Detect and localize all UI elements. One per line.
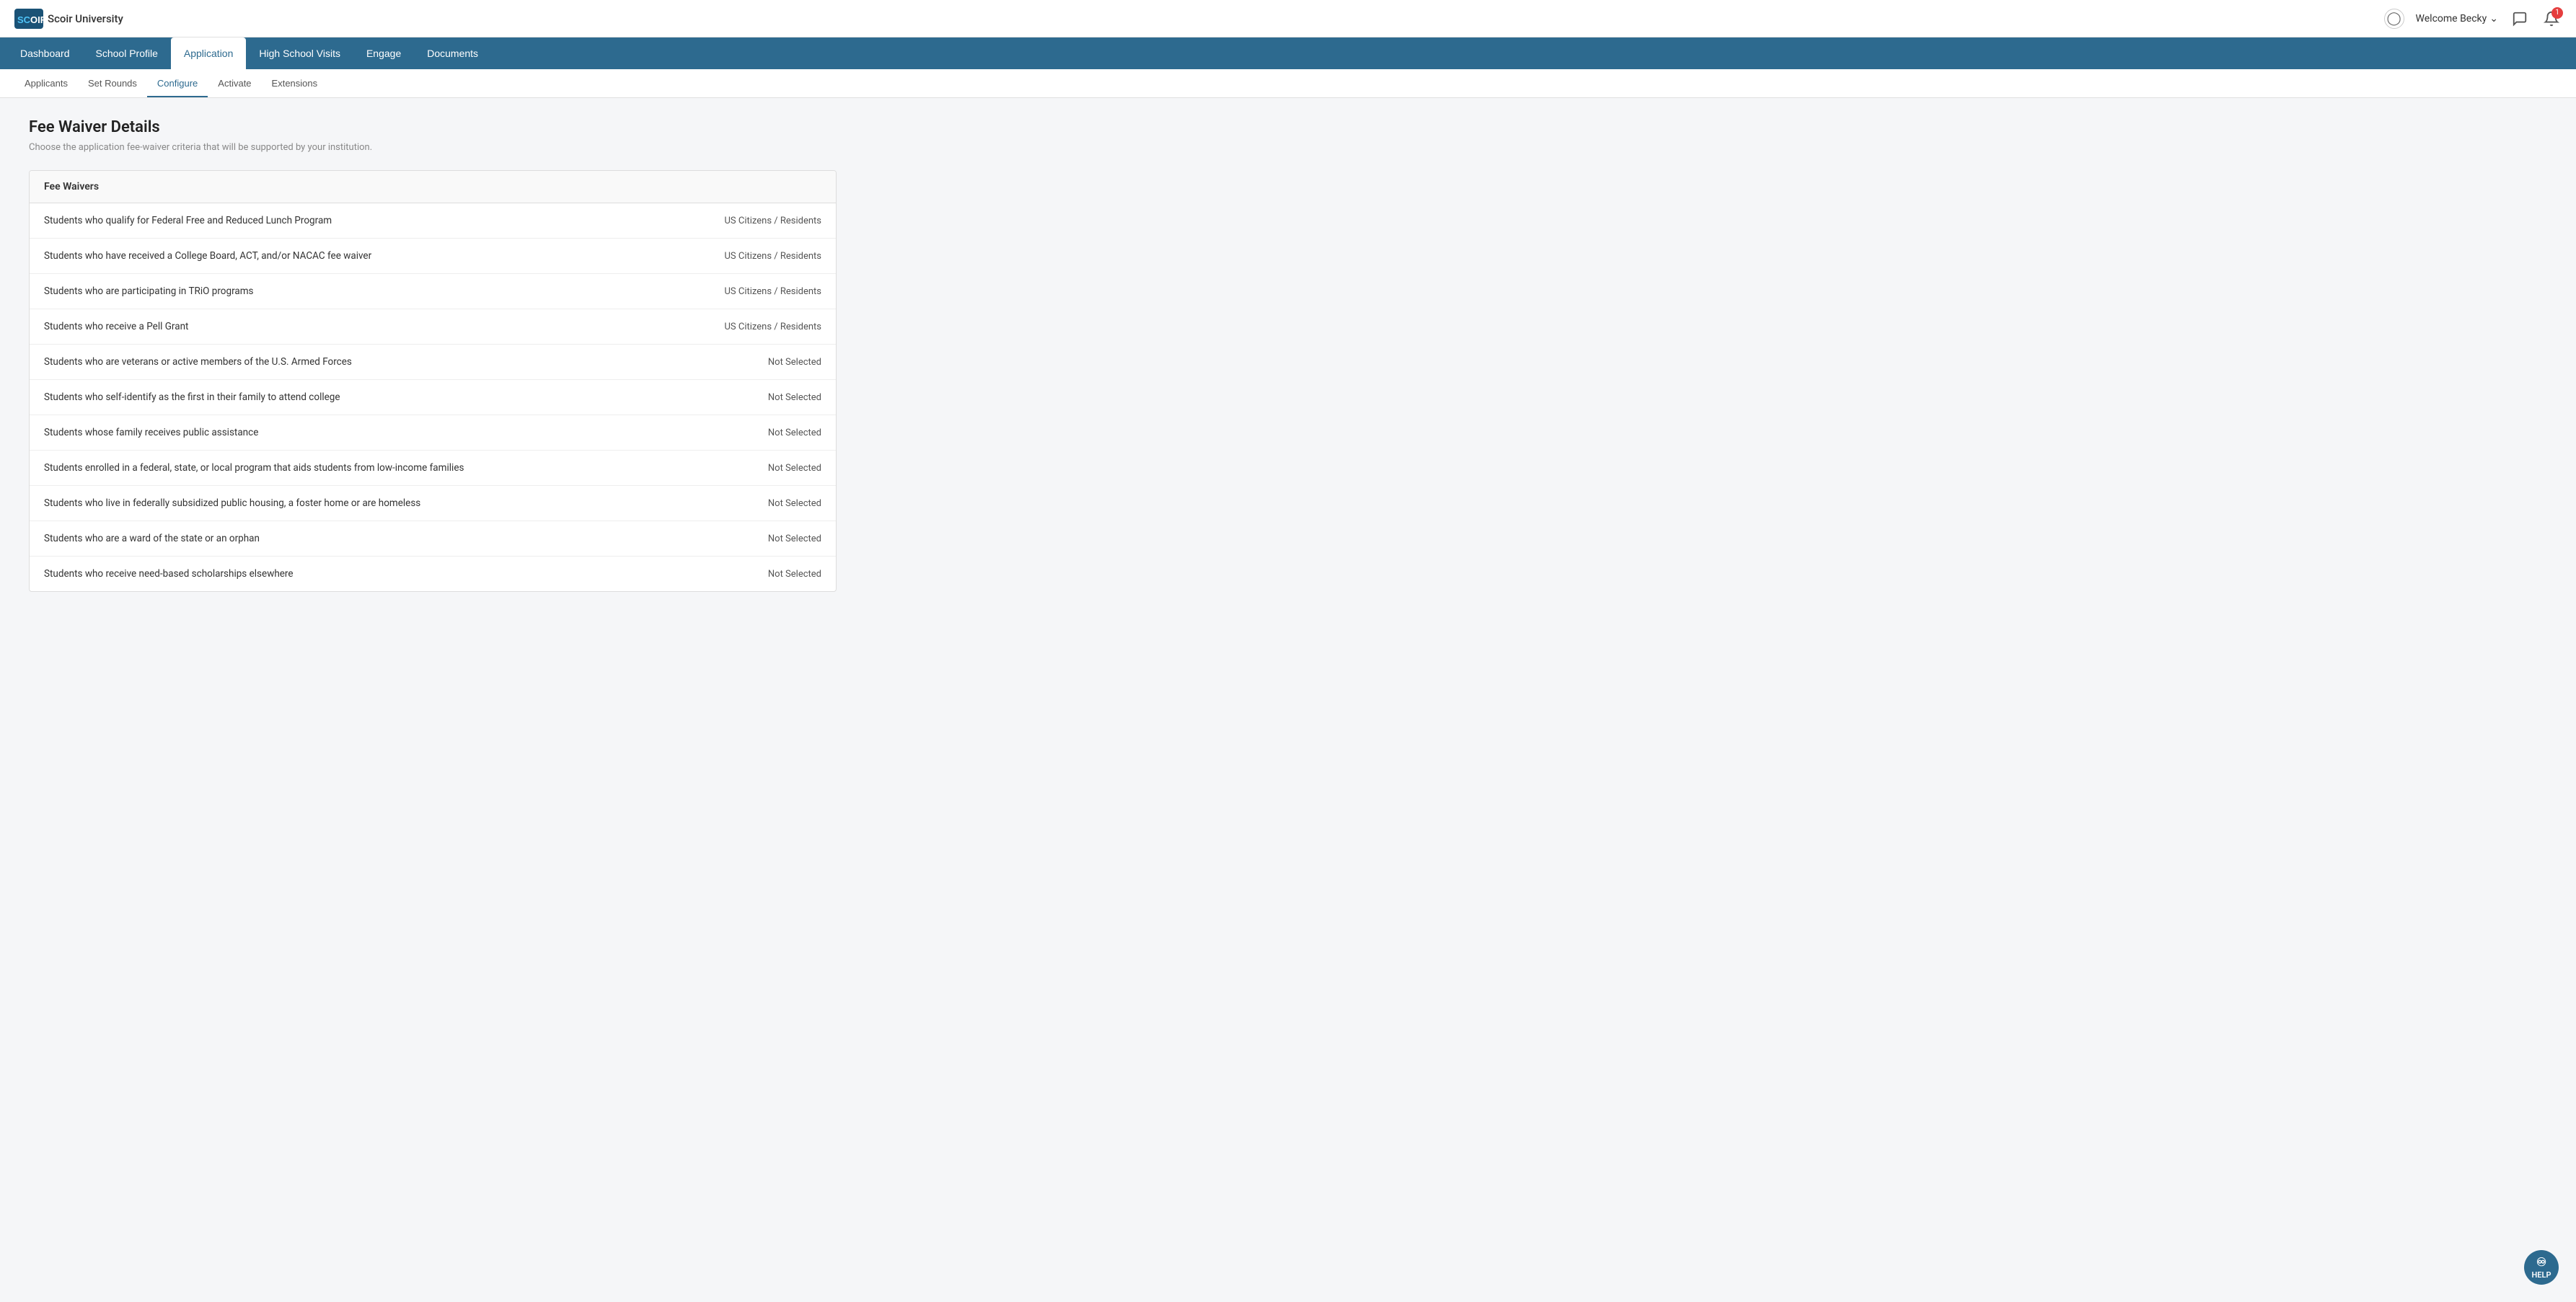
row-status: Not Selected bbox=[768, 569, 821, 580]
header-right: ◯ Welcome Becky ⌄ 1 bbox=[2384, 9, 2562, 29]
row-label: Students who are veterans or active memb… bbox=[44, 356, 352, 368]
notification-badge: 1 bbox=[2551, 7, 2563, 19]
table-row[interactable]: Students who have received a College Boa… bbox=[30, 239, 836, 274]
subnav-item-activate[interactable]: Activate bbox=[208, 69, 261, 97]
table-row[interactable]: Students enrolled in a federal, state, o… bbox=[30, 451, 836, 486]
table-row[interactable]: Students whose family receives public as… bbox=[30, 415, 836, 451]
row-status: Not Selected bbox=[768, 498, 821, 509]
university-name: Scoir University bbox=[48, 12, 123, 25]
user-avatar[interactable]: ◯ bbox=[2384, 9, 2404, 29]
row-status: US Citizens / Residents bbox=[725, 286, 822, 297]
row-label: Students who have received a College Boa… bbox=[44, 250, 371, 262]
subnav-item-set-rounds[interactable]: Set Rounds bbox=[78, 69, 147, 97]
welcome-dropdown[interactable]: Welcome Becky ⌄ bbox=[2416, 13, 2498, 25]
row-status: Not Selected bbox=[768, 463, 821, 474]
subnav-item-applicants[interactable]: Applicants bbox=[14, 69, 78, 97]
row-status: US Citizens / Residents bbox=[725, 251, 822, 262]
row-label: Students who are participating in TRiO p… bbox=[44, 285, 254, 297]
help-icon: ♾ bbox=[2536, 1255, 2546, 1269]
page-subtitle: Choose the application fee-waiver criter… bbox=[29, 142, 837, 153]
primary-nav: Dashboard School Profile Application Hig… bbox=[0, 37, 2576, 69]
row-status: Not Selected bbox=[768, 533, 821, 544]
messages-button[interactable] bbox=[2510, 9, 2530, 29]
help-button[interactable]: ♾ HELP bbox=[2524, 1250, 2559, 1285]
row-status: Not Selected bbox=[768, 392, 821, 403]
row-label: Students who qualify for Federal Free an… bbox=[44, 215, 332, 226]
nav-item-high-school-visits[interactable]: High School Visits bbox=[246, 37, 353, 69]
subnav-item-extensions[interactable]: Extensions bbox=[262, 69, 328, 97]
logo-area: SC OIR Scoir University bbox=[14, 9, 123, 29]
nav-item-dashboard[interactable]: Dashboard bbox=[7, 37, 83, 69]
table-header: Fee Waivers bbox=[30, 171, 836, 203]
subnav-item-configure[interactable]: Configure bbox=[147, 69, 208, 97]
table-row[interactable]: Students who are participating in TRiO p… bbox=[30, 274, 836, 309]
notifications-button[interactable]: 1 bbox=[2541, 9, 2562, 29]
secondary-nav: Applicants Set Rounds Configure Activate… bbox=[0, 69, 2576, 98]
row-label: Students who are a ward of the state or … bbox=[44, 533, 260, 544]
main-content: Fee Waiver Details Choose the applicatio… bbox=[0, 98, 865, 612]
row-label: Students whose family receives public as… bbox=[44, 427, 258, 438]
row-label: Students enrolled in a federal, state, o… bbox=[44, 462, 464, 474]
logo[interactable]: SC OIR Scoir University bbox=[14, 9, 123, 29]
row-label: Students who receive a Pell Grant bbox=[44, 321, 188, 332]
table-row[interactable]: Students who live in federally subsidize… bbox=[30, 486, 836, 521]
table-row[interactable]: Students who are veterans or active memb… bbox=[30, 345, 836, 380]
table-row[interactable]: Students who self-identify as the first … bbox=[30, 380, 836, 415]
row-label: Students who live in federally subsidize… bbox=[44, 497, 420, 509]
top-header: SC OIR Scoir University ◯ Welcome Becky … bbox=[0, 0, 2576, 37]
chat-icon bbox=[2512, 11, 2528, 27]
scoir-logo-icon: SC OIR bbox=[14, 9, 43, 29]
nav-item-school-profile[interactable]: School Profile bbox=[83, 37, 171, 69]
table-row[interactable]: Students who qualify for Federal Free an… bbox=[30, 203, 836, 239]
avatar-icon: ◯ bbox=[2386, 11, 2401, 26]
nav-item-application[interactable]: Application bbox=[171, 37, 247, 69]
nav-item-documents[interactable]: Documents bbox=[414, 37, 491, 69]
table-row[interactable]: Students who receive a Pell Grant US Cit… bbox=[30, 309, 836, 345]
fee-waivers-table: Fee Waivers Students who qualify for Fed… bbox=[29, 170, 837, 592]
row-status: US Citizens / Residents bbox=[725, 216, 822, 226]
svg-text:SC: SC bbox=[17, 14, 31, 25]
row-label: Students who receive need-based scholars… bbox=[44, 568, 294, 580]
welcome-label: Welcome Becky bbox=[2416, 13, 2487, 25]
chevron-down-icon: ⌄ bbox=[2489, 13, 2498, 25]
help-label: HELP bbox=[2532, 1270, 2551, 1280]
table-row[interactable]: Students who are a ward of the state or … bbox=[30, 521, 836, 557]
row-status: Not Selected bbox=[768, 428, 821, 438]
page-title: Fee Waiver Details bbox=[29, 118, 837, 136]
table-row[interactable]: Students who receive need-based scholars… bbox=[30, 557, 836, 591]
row-label: Students who self-identify as the first … bbox=[44, 391, 340, 403]
svg-text:OIR: OIR bbox=[30, 14, 43, 25]
nav-item-engage[interactable]: Engage bbox=[353, 37, 414, 69]
row-status: Not Selected bbox=[768, 357, 821, 368]
row-status: US Citizens / Residents bbox=[725, 322, 822, 332]
